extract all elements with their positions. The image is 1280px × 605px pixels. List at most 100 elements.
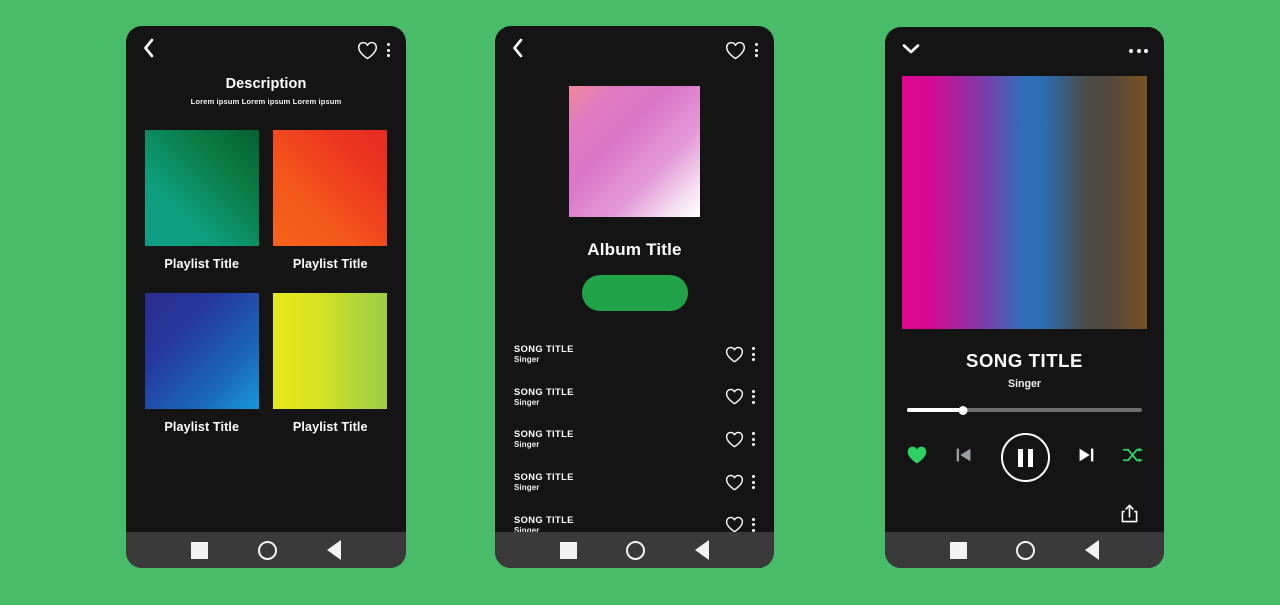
playlist-cover[interactable] [144,130,259,246]
heart-outline-icon[interactable] [725,41,746,60]
album-artwork [569,86,700,217]
song-meta: SONG TITLE Singer [514,387,574,407]
chevron-left-icon[interactable] [511,38,524,63]
song-title: SONG TITLE [514,386,574,397]
playlist-card[interactable]: Playlist Title [273,130,389,271]
playlist-cover[interactable] [273,293,388,409]
song-actions [725,474,755,491]
shuffle-icon[interactable] [1122,446,1143,469]
library-screen: Description Lorem ipsum Lorem ipsum Lore… [126,26,406,532]
more-horizontal-icon[interactable] [1129,49,1148,53]
heart-outline-icon[interactable] [725,431,744,448]
song-title: SONG TITLE [514,472,574,483]
skip-previous-icon[interactable] [953,444,975,471]
player-artwork [902,76,1147,329]
more-vertical-icon[interactable] [752,517,755,532]
song-actions [725,516,755,532]
heart-outline-icon[interactable] [357,41,378,60]
page-title: Description [225,76,307,92]
more-vertical-icon[interactable] [752,347,755,362]
now-playing-title: SONG TITLE [966,350,1083,371]
triangle-back-icon[interactable] [327,540,341,560]
playlist-cover[interactable] [144,293,259,409]
heart-outline-icon[interactable] [725,474,744,491]
playlist-card[interactable]: Playlist Title [273,293,389,434]
more-vertical-icon[interactable] [387,43,390,57]
song-title: SONG TITLE [514,344,574,355]
song-row[interactable]: SONG TITLE Singer [495,376,774,419]
playlist-cover[interactable] [273,130,388,246]
circle-icon[interactable] [258,540,277,560]
song-actions [725,388,755,405]
song-actions [725,431,755,448]
song-row[interactable]: SONG TITLE Singer [495,333,774,376]
player-header [885,27,1164,65]
progress-slider[interactable] [907,405,1142,415]
song-artist: Singer [514,525,540,532]
heart-outline-icon[interactable] [725,388,744,405]
square-icon[interactable] [949,541,967,559]
progress-fill [907,408,964,412]
song-title: SONG TITLE [514,514,574,525]
phone-player: SONG TITLE Singer [885,27,1164,568]
heart-filled-icon[interactable] [906,445,928,470]
song-artist: Singer [514,440,540,450]
skip-next-icon[interactable] [1075,444,1097,471]
phone-library: Description Lorem ipsum Lorem ipsum Lore… [126,26,406,568]
pause-button[interactable] [1000,433,1050,482]
screenshot-stage: Description Lorem ipsum Lorem ipsum Lore… [0,0,1280,605]
more-vertical-icon[interactable] [755,43,758,57]
library-header [126,26,406,64]
player-controls [906,433,1143,482]
song-row[interactable]: SONG TITLE Singer [495,503,774,532]
song-meta: SONG TITLE Singer [514,515,574,532]
song-title: SONG TITLE [514,429,574,440]
album-header [495,26,774,64]
song-meta: SONG TITLE Singer [514,429,574,449]
album-title: Album Title [587,240,682,259]
progress-knob[interactable] [958,405,968,415]
playlist-grid: Playlist Title Playlist Title Playlist T… [144,130,388,434]
share-icon[interactable] [1121,504,1138,528]
triangle-back-icon[interactable] [695,540,710,560]
song-meta: SONG TITLE Singer [514,344,574,364]
heart-outline-icon[interactable] [725,516,744,532]
phone-album: Album Title SONG TITLE Singer SONG TITLE… [495,26,774,568]
circle-icon[interactable] [626,540,646,560]
pause-icon [1027,448,1033,467]
playlist-card[interactable]: Playlist Title [144,293,260,434]
more-vertical-icon[interactable] [752,389,755,404]
android-navbar [495,532,774,568]
more-vertical-icon[interactable] [752,475,755,490]
song-artist: Singer [514,355,540,365]
now-playing-artist: Singer [1008,378,1041,390]
song-actions [725,346,755,363]
triangle-back-icon[interactable] [1085,540,1100,560]
playlist-card[interactable]: Playlist Title [144,130,260,271]
description-subtitle: Lorem ipsum Lorem ipsum Lorem ipsum [190,97,342,106]
song-artist: Singer [514,397,540,407]
description-block: Description Lorem ipsum Lorem ipsum Lore… [126,76,406,106]
playlist-title: Playlist Title [164,257,240,271]
song-artist: Singer [514,483,540,493]
chevron-down-icon[interactable] [901,42,921,60]
chevron-left-icon[interactable] [142,38,155,63]
player-screen: SONG TITLE Singer [885,27,1164,532]
pause-icon [1017,448,1023,467]
library-header-actions [357,41,390,60]
play-album-button[interactable] [581,275,688,311]
square-icon[interactable] [191,541,208,559]
square-icon[interactable] [559,541,577,559]
song-row[interactable]: SONG TITLE Singer [495,418,774,461]
song-list: SONG TITLE Singer SONG TITLE Singer SONG… [495,333,774,532]
playlist-title: Playlist Title [164,420,240,434]
android-navbar [885,532,1164,568]
heart-outline-icon[interactable] [725,346,744,363]
circle-icon[interactable] [1016,540,1036,560]
playlist-title: Playlist Title [292,257,368,271]
android-navbar [126,532,406,568]
album-screen: Album Title SONG TITLE Singer SONG TITLE… [495,26,774,532]
song-meta: SONG TITLE Singer [514,472,574,492]
more-vertical-icon[interactable] [752,432,755,447]
song-row[interactable]: SONG TITLE Singer [495,461,774,504]
